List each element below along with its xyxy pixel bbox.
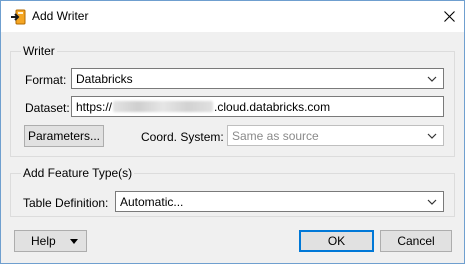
coord-system-label: Coord. System: [141, 130, 224, 144]
format-label: Format: [25, 73, 67, 87]
dialog-title: Add Writer [32, 9, 89, 23]
table-definition-dropdown[interactable]: Automatic... [115, 191, 444, 212]
dataset-suffix: .cloud.databricks.com [214, 100, 331, 114]
dataset-prefix: https:// [76, 100, 113, 114]
feature-type-group-legend: Add Feature Type(s) [21, 166, 135, 180]
table-definition-value: Automatic... [120, 195, 184, 209]
caret-down-icon [70, 239, 78, 244]
parameters-button[interactable]: Parameters... [24, 125, 104, 147]
redacted-hostname [113, 101, 214, 112]
cancel-button[interactable]: Cancel [380, 230, 452, 252]
help-button[interactable]: Help [14, 230, 87, 252]
dataset-value: https:// .cloud.databricks.com [76, 100, 330, 114]
writer-group-legend: Writer [21, 44, 57, 58]
coord-system-dropdown[interactable]: Same as source [227, 125, 444, 146]
close-icon [443, 11, 455, 22]
coord-system-placeholder: Same as source [232, 129, 319, 143]
dataset-label: Dataset: [25, 101, 70, 115]
format-value: Databricks [76, 72, 133, 86]
fme-writer-icon [11, 9, 26, 25]
ok-button[interactable]: OK [299, 230, 374, 252]
table-definition-label: Table Definition: [23, 196, 109, 210]
chevron-down-icon [427, 76, 437, 82]
chevron-down-icon [427, 133, 437, 139]
help-button-label: Help [31, 234, 56, 248]
format-dropdown[interactable]: Databricks [71, 68, 444, 89]
close-button[interactable] [434, 1, 464, 32]
dataset-input[interactable]: https:// .cloud.databricks.com [71, 96, 444, 117]
chevron-down-icon [427, 199, 437, 205]
add-writer-dialog: Add Writer Writer Format: Databricks Dat… [0, 0, 465, 264]
title-bar: Add Writer [1, 1, 464, 32]
